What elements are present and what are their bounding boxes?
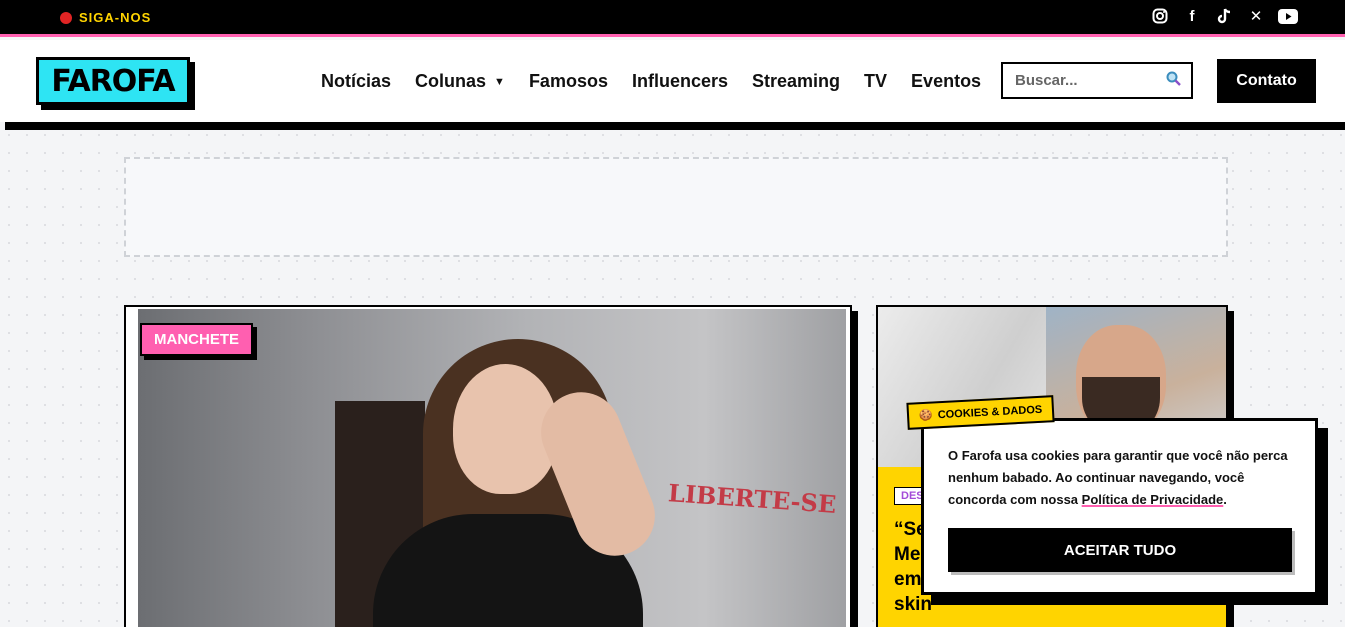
wall-sign-text: LIBERTE-SE [667, 478, 838, 519]
nav-item-tv[interactable]: TV [864, 71, 887, 92]
facebook-icon[interactable]: f [1182, 6, 1202, 26]
search-icon[interactable] [1166, 71, 1181, 90]
nav-item-colunas[interactable]: Colunas ▼ [415, 71, 505, 92]
accept-all-button[interactable]: ACEITAR TUDO [948, 528, 1292, 572]
nav-label: Famosos [528, 71, 608, 91]
youtube-icon[interactable] [1278, 6, 1298, 26]
nav-label: Streaming [752, 71, 841, 91]
tiktok-icon[interactable] [1214, 6, 1234, 26]
nav-item-influencers[interactable]: Influencers [632, 71, 728, 92]
search-input[interactable] [1015, 72, 1155, 89]
instagram-icon[interactable] [1150, 6, 1170, 26]
nav-item-eventos[interactable]: Eventos [911, 71, 981, 92]
nav-label: Eventos [911, 71, 982, 91]
cookie-message: O Farofa usa cookies para garantir que v… [948, 445, 1293, 511]
nav-label: Influencers [631, 71, 728, 91]
headline-image: LIBERTE-SE [138, 309, 846, 627]
nav-label: TV [864, 71, 888, 91]
cookie-text-end: . [1223, 492, 1227, 507]
nav-item-famosos[interactable]: Famosos [529, 71, 608, 92]
caret-down-icon: ▼ [494, 75, 505, 88]
cookie-tag-label: COOKIES & DADOS [937, 403, 1043, 421]
headline-badge: MANCHETE [140, 323, 253, 356]
social-links: f ✕ [1150, 6, 1298, 26]
cookie-dialog: O Farofa usa cookies para garantir que v… [921, 418, 1318, 595]
site-logo[interactable]: FAROFA [36, 57, 190, 105]
site-header: FAROFA Notícias Colunas ▼ Famosos Influen… [0, 40, 1345, 122]
x-icon[interactable]: ✕ [1246, 6, 1266, 26]
nav-label: Notícias [321, 71, 392, 91]
live-dot-icon [60, 11, 72, 24]
privacy-policy-link[interactable]: Política de Privacidade [1082, 492, 1224, 507]
contact-button[interactable]: Contato [1217, 59, 1316, 103]
nav-item-streaming[interactable]: Streaming [752, 71, 840, 92]
header-divider [5, 122, 1345, 130]
nav-label: Colunas [415, 71, 487, 91]
main-nav: Notícias Colunas ▼ Famosos Influencers St… [321, 71, 981, 92]
headline-card[interactable]: LIBERTE-SE MANCHETE [124, 305, 852, 627]
ad-slot [124, 157, 1228, 257]
search-box [1001, 62, 1193, 99]
cookie-icon: 🍪 [918, 409, 934, 423]
follow-us-label: SIGA-NOS [79, 10, 152, 25]
nav-item-noticias[interactable]: Notícias [321, 71, 391, 92]
top-bar: SIGA-NOS f ✕ [0, 0, 1345, 37]
follow-us: SIGA-NOS [60, 10, 151, 25]
